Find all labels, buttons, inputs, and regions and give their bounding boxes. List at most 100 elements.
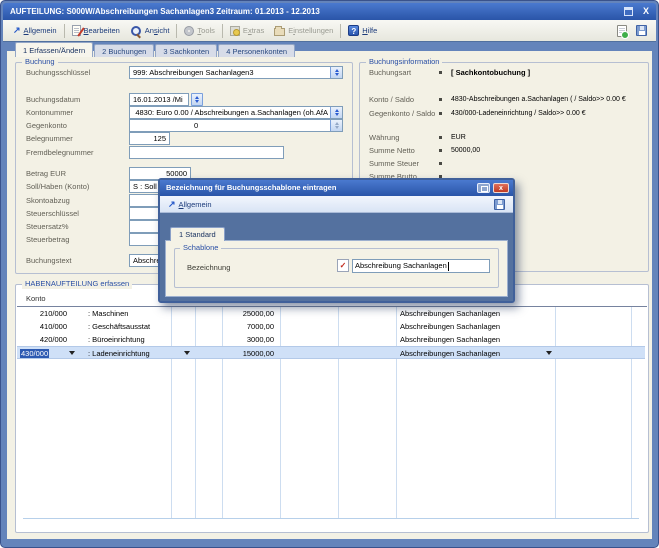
field-label: Kontonummer xyxy=(26,106,73,119)
cell-nettobetrag: 15000,00 xyxy=(197,347,274,360)
table-row[interactable]: 410/000 : Geschäftsausstat 7000,00 Absch… xyxy=(17,320,645,333)
menubar: ↗ Allgemein Bearbeiten Ansicht Tools Ext… xyxy=(3,20,656,42)
kontonummer-combo[interactable]: 4830: Euro 0.00 / Abschreibungen a.Sacha… xyxy=(129,106,343,119)
text-caret xyxy=(448,262,449,271)
dropdown-icon[interactable] xyxy=(546,351,552,355)
input-value: S : Soll xyxy=(133,182,157,191)
table-row-selected[interactable]: 430/000 : Ladeneinrichtung 15000,00 Absc… xyxy=(17,346,645,359)
menu-einstellungen[interactable]: Einstellungen xyxy=(269,22,338,40)
window-titlebar[interactable]: AUFTEILUNG: S000W/Abschreibungen Sachanl… xyxy=(3,3,656,20)
dropdown-icon[interactable] xyxy=(69,351,75,355)
menu-label: Ansicht xyxy=(145,26,170,35)
cell-konto-editing[interactable]: 430/000 xyxy=(20,347,66,360)
schablone-dialog: Bezeichnung für Buchungsschablone eintra… xyxy=(158,178,515,303)
magnifier-icon xyxy=(130,25,142,37)
field-label: Buchungsdatum xyxy=(26,93,80,106)
menu-label: Bearbeiten xyxy=(84,26,120,35)
arrow-up-right-icon: ↗ xyxy=(13,26,21,35)
field-label: Fremdbelegnummer xyxy=(26,146,94,159)
tab-personenkonten[interactable]: 4 Personenkonten xyxy=(218,44,295,57)
combo-value: 999: Abschreibungen Sachanlagen3 xyxy=(133,68,254,77)
cell-buchungstext: Abschreibungen Sachanlagen xyxy=(400,307,500,320)
tab-erfassen-aendern[interactable]: 1 Erfassen/Ändern xyxy=(15,42,93,57)
gegenkonto-combo[interactable]: 0 xyxy=(129,119,343,132)
dialog-titlebar[interactable]: Bezeichnung für Buchungsschablone eintra… xyxy=(160,180,513,196)
tab-strip: 1 Erfassen/Ändern 2 Buchungen 3 Sachkont… xyxy=(15,44,295,57)
tab-buchungen[interactable]: 2 Buchungen xyxy=(94,44,154,57)
groupbox-caption: HABENAUFTEILUNG erfassen xyxy=(22,279,132,289)
bullet-icon xyxy=(439,98,442,101)
buchungsdatum-input[interactable]: 16.01.2013 /Mi xyxy=(129,93,189,106)
edit-pad-icon xyxy=(72,25,81,36)
cell-konto: 410/000 xyxy=(21,320,67,333)
info-label: Gegenkonto / Saldo xyxy=(369,108,435,119)
dialog-panel: Schablone Bezeichnung ✓ Abschreibung Sac… xyxy=(165,240,508,297)
summary-line xyxy=(23,518,639,519)
table-row[interactable]: 210/000 : Maschinen 25000,00 Abschreibun… xyxy=(17,307,645,320)
menu-bearbeiten[interactable]: Bearbeiten xyxy=(67,22,125,40)
input-value: Abschreibung Sachanlagen xyxy=(355,261,447,270)
restore-icon[interactable] xyxy=(624,7,633,16)
info-label: Buchungsart xyxy=(369,67,411,78)
combo-value: 4830: Euro 0.00 / Abschreibungen a.Sacha… xyxy=(135,108,328,117)
info-value: 4830-Abschreibungen a.Sachanlagen ( / Sa… xyxy=(451,94,626,105)
table-row[interactable]: 420/000 : Büroeinrichtung 3000,00 Abschr… xyxy=(17,333,645,346)
field-label: Steuersatz% xyxy=(26,220,69,233)
belegnummer-input[interactable]: 125 xyxy=(129,132,170,145)
menu-separator xyxy=(176,24,177,38)
new-entry-button[interactable] xyxy=(617,25,627,37)
field-label: Betrag EUR xyxy=(26,167,66,180)
spinner-button[interactable] xyxy=(330,107,342,118)
dropdown-icon[interactable] xyxy=(184,351,190,355)
menu-label: Allgemein xyxy=(24,26,57,35)
field-label: Belegnummer xyxy=(26,132,73,145)
menu-label: Allgemein xyxy=(179,200,212,209)
bezeichnung-label: Bezeichnung xyxy=(187,263,230,272)
dialog-tab-standard[interactable]: 1 Standard xyxy=(170,227,225,241)
dialog-restore-icon[interactable] xyxy=(477,183,490,193)
menu-label: Extras xyxy=(243,26,264,35)
menu-separator xyxy=(340,24,341,38)
window-title: AUFTEILUNG: S000W/Abschreibungen Sachanl… xyxy=(10,7,320,16)
spinner-button[interactable] xyxy=(330,67,342,78)
dialog-menu-allgemein[interactable]: ↗ Allgemein xyxy=(168,195,217,213)
bullet-icon xyxy=(439,136,442,139)
cell-konto-name: : Büroeinrichtung xyxy=(88,333,145,346)
cell-konto-name: : Maschinen xyxy=(88,307,128,320)
bullet-icon xyxy=(439,162,442,165)
fremdbelegnummer-input[interactable] xyxy=(129,146,284,159)
input-value: 125 xyxy=(153,134,166,143)
save-button[interactable] xyxy=(636,25,647,36)
dialog-title: Bezeichnung für Buchungsschablone eintra… xyxy=(166,183,336,192)
validate-check-button[interactable]: ✓ xyxy=(337,259,349,272)
dialog-close-icon[interactable]: x xyxy=(493,183,509,193)
cell-nettobetrag: 3000,00 xyxy=(197,333,274,346)
date-spinner-button[interactable] xyxy=(191,93,203,106)
groupbox-caption: Schablone xyxy=(180,243,221,253)
menu-separator xyxy=(64,24,65,38)
field-label: Steuerbetrag xyxy=(26,233,69,246)
close-icon[interactable]: X xyxy=(643,3,649,20)
field-label: Buchungsschlüssel xyxy=(26,66,90,79)
bezeichnung-input[interactable]: Abschreibung Sachanlagen xyxy=(352,259,490,273)
help-icon: ? xyxy=(348,25,359,36)
schablone-groupbox: Schablone Bezeichnung ✓ Abschreibung Sac… xyxy=(174,248,499,288)
menu-ansicht[interactable]: Ansicht xyxy=(125,22,175,40)
menu-hilfe[interactable]: ? Hilfe xyxy=(343,22,382,40)
info-value: [ Sachkontobuchung ] xyxy=(451,67,530,78)
input-value: 16.01.2013 /Mi xyxy=(133,95,183,104)
spinner-button-disabled xyxy=(330,120,342,131)
bullet-icon xyxy=(439,149,442,152)
dialog-save-button[interactable] xyxy=(494,199,505,210)
menu-extras[interactable]: Extras xyxy=(225,22,269,40)
buchungsschluessel-combo[interactable]: 999: Abschreibungen Sachanlagen3 xyxy=(129,66,343,79)
tab-sachkonten[interactable]: 3 Sachkonten xyxy=(155,44,217,57)
menu-tools[interactable]: Tools xyxy=(179,22,220,40)
info-value: EUR xyxy=(451,132,466,143)
extras-icon xyxy=(230,26,240,36)
menu-label: Einstellungen xyxy=(288,26,333,35)
cell-konto-name: : Ladeneinrichtung xyxy=(88,347,150,360)
menu-allgemein[interactable]: ↗ Allgemein xyxy=(8,22,62,40)
menu-label: Tools xyxy=(197,26,215,35)
table-header-konto: Konto xyxy=(26,294,46,303)
